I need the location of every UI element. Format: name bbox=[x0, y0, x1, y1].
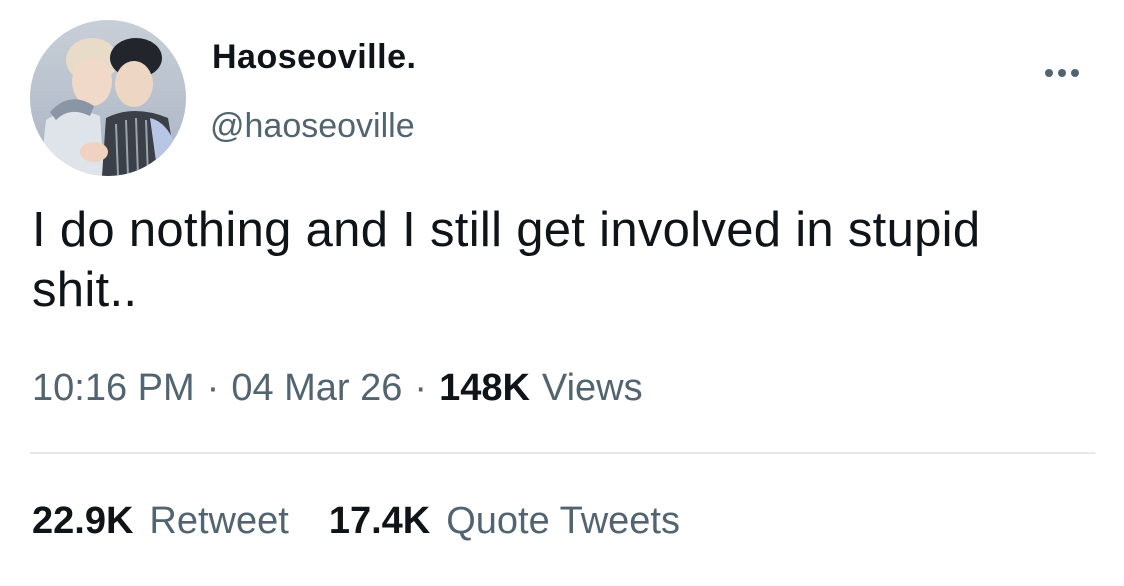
tweet-text: I do nothing and I still get involved in… bbox=[32, 203, 981, 317]
retweets-label: Retweet bbox=[149, 500, 289, 542]
tweet-stats: 22.9K Retweet 17.4K Quote Tweets bbox=[32, 500, 680, 543]
more-options-icon-dot bbox=[1058, 69, 1066, 77]
tweet-meta: 10:16 PM · 04 Mar 26 · 148K Views bbox=[32, 367, 643, 410]
more-options-icon-dot bbox=[1071, 69, 1079, 77]
divider bbox=[30, 452, 1095, 454]
quote-tweets-label: Quote Tweets bbox=[446, 500, 680, 542]
tweet-time[interactable]: 10:16 PM bbox=[32, 367, 195, 410]
more-options-button[interactable] bbox=[1038, 62, 1086, 84]
more-options-icon bbox=[1045, 69, 1053, 77]
retweets-count: 22.9K bbox=[32, 500, 134, 542]
avatar[interactable] bbox=[30, 20, 186, 176]
display-name[interactable]: Haoseoville. bbox=[212, 38, 416, 77]
tweet-date[interactable]: 04 Mar 26 bbox=[231, 367, 402, 410]
avatar-photo-icon bbox=[30, 20, 186, 176]
quote-tweets-stat[interactable]: 17.4K Quote Tweets bbox=[329, 500, 680, 543]
views-label: Views bbox=[541, 367, 643, 409]
views-count: 148K bbox=[439, 367, 530, 409]
meta-separator: · bbox=[206, 367, 220, 409]
user-handle[interactable]: @haoseoville bbox=[210, 107, 415, 146]
meta-separator: · bbox=[414, 367, 428, 409]
retweets-stat[interactable]: 22.9K Retweet bbox=[32, 500, 289, 543]
quote-tweets-count: 17.4K bbox=[328, 500, 431, 542]
